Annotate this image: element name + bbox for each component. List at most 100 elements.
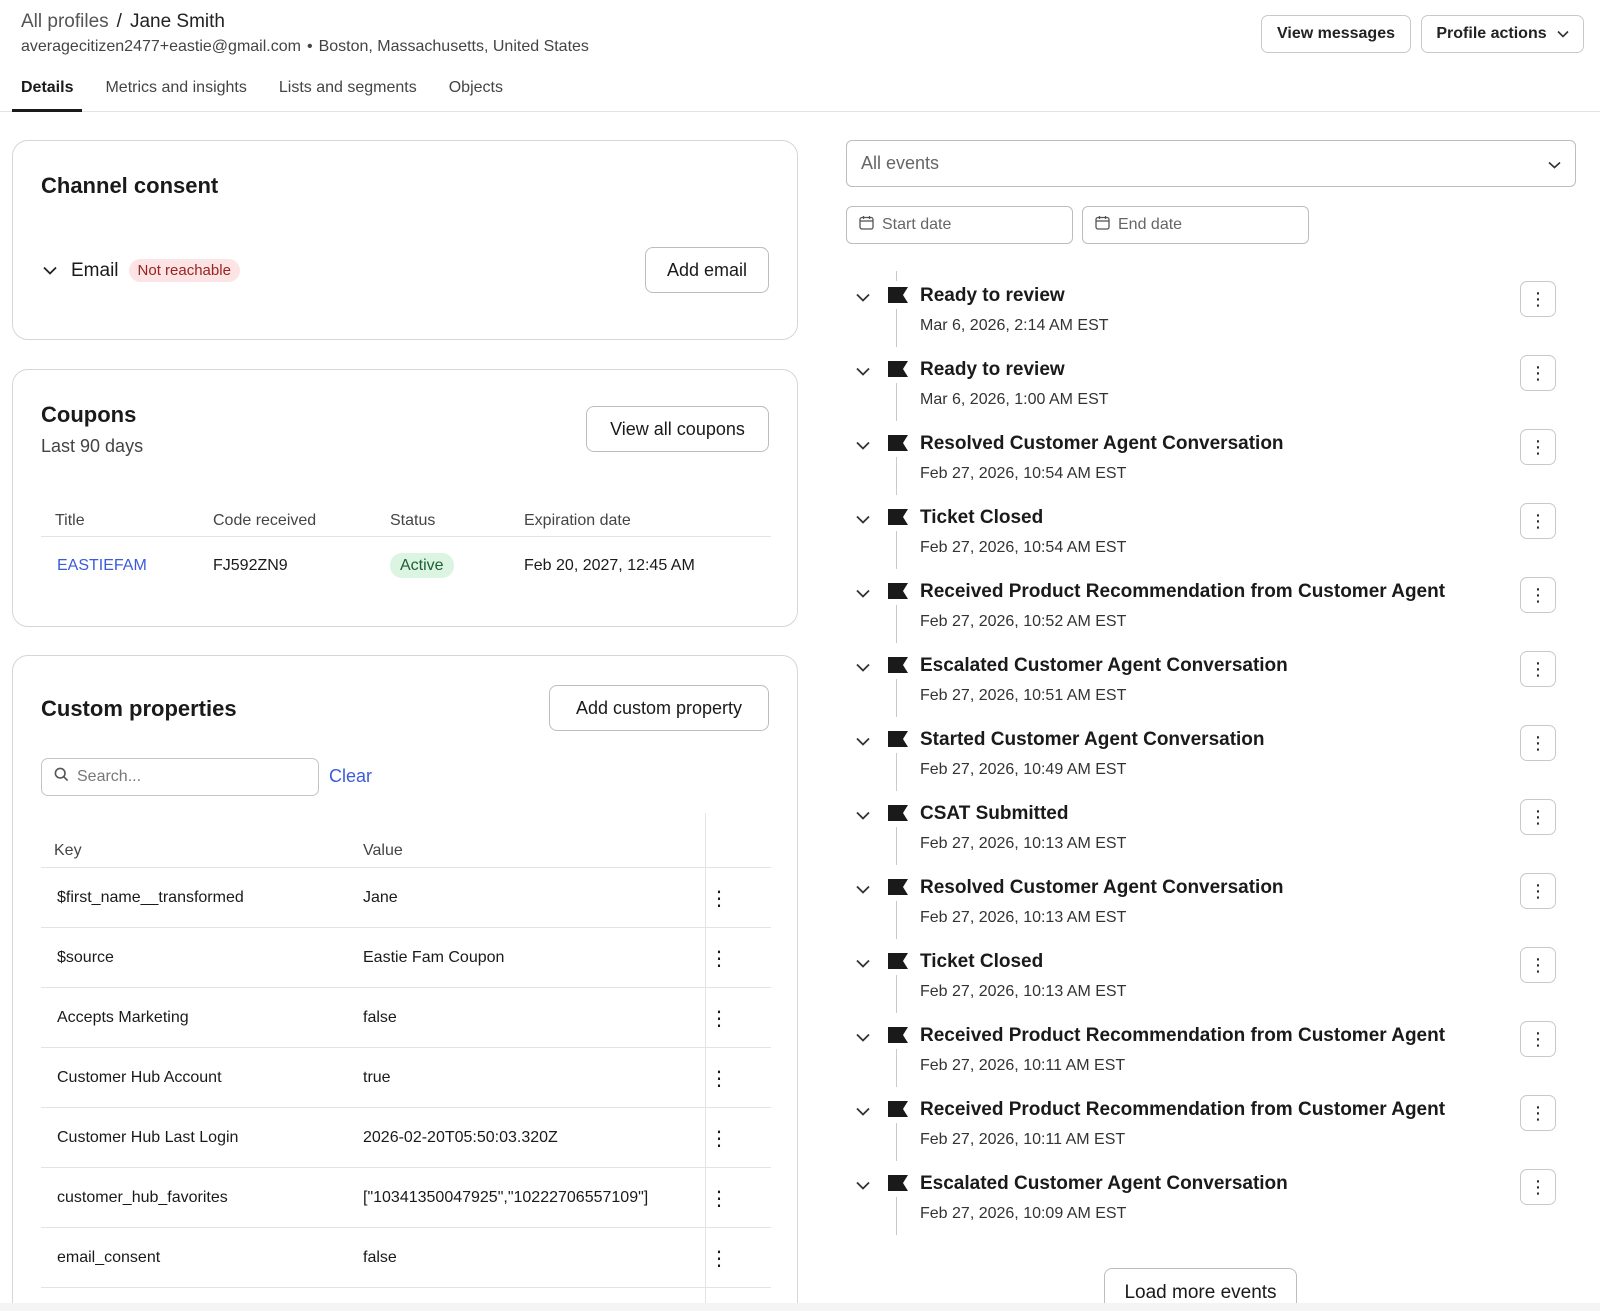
tab-metrics-and-insights[interactable]: Metrics and insights	[96, 70, 255, 112]
event-timestamp: Feb 27, 2026, 10:51 AM EST	[920, 687, 1127, 704]
table-row: Accepts Marketing false ⋮	[41, 988, 771, 1048]
chevron-down-icon[interactable]	[856, 363, 870, 379]
end-date-input[interactable]: End date	[1082, 206, 1309, 244]
more-options-icon[interactable]: ⋮	[1520, 947, 1556, 983]
profile-actions-button[interactable]: Profile actions	[1421, 15, 1584, 53]
event-title: Started Customer Agent Conversation	[920, 729, 1265, 750]
chevron-down-icon[interactable]	[856, 437, 870, 453]
timeline-connector	[896, 753, 897, 791]
event-timestamp: Feb 27, 2026, 10:54 AM EST	[920, 539, 1127, 556]
chevron-down-icon[interactable]	[856, 881, 870, 897]
profile-tabs: Details Metrics and insights Lists and s…	[12, 70, 526, 112]
property-key: customer_hub_favorites	[57, 1189, 228, 1206]
more-options-icon[interactable]: ⋮	[707, 882, 731, 914]
timeline-event: Ready to review Mar 6, 2026, 1:00 AM EST ⋮	[846, 355, 1576, 429]
property-value: Eastie Fam Coupon	[363, 949, 505, 966]
event-title: Received Product Recommendation from Cus…	[920, 1025, 1446, 1046]
properties-table-header: Key Value	[41, 813, 771, 868]
timeline-event: Ready to review Mar 6, 2026, 2:14 AM EST ⋮	[846, 281, 1576, 355]
more-options-icon[interactable]: ⋮	[1520, 281, 1556, 317]
chevron-down-icon[interactable]	[856, 1029, 870, 1045]
coupon-title-link[interactable]: EASTIEFAM	[57, 538, 147, 594]
email-status-badge: Not reachable	[128, 259, 240, 282]
flag-icon	[888, 731, 908, 752]
event-timestamp: Feb 27, 2026, 10:09 AM EST	[920, 1205, 1127, 1222]
timeline-connector	[896, 827, 897, 865]
start-date-input[interactable]: Start date	[846, 206, 1073, 244]
event-title: Ready to review	[920, 359, 1065, 380]
chevron-down-icon[interactable]	[856, 733, 870, 749]
property-search-input[interactable]: Search...	[41, 758, 319, 796]
tab-lists-and-segments[interactable]: Lists and segments	[270, 70, 426, 112]
more-options-icon[interactable]: ⋮	[1520, 503, 1556, 539]
view-all-coupons-button[interactable]: View all coupons	[586, 406, 769, 452]
timeline-connector	[896, 271, 897, 281]
chevron-down-icon[interactable]	[856, 807, 870, 823]
coupons-table-header: Title Code received Status Expiration da…	[41, 505, 771, 537]
tab-objects[interactable]: Objects	[440, 70, 512, 112]
timeline-connector	[896, 975, 897, 1013]
event-title: Ticket Closed	[920, 507, 1044, 528]
calendar-icon	[859, 215, 874, 235]
flag-icon	[888, 879, 908, 900]
breadcrumb-all-profiles[interactable]: All profiles	[21, 11, 109, 33]
email-consent-row[interactable]: Email Not reachable	[43, 259, 240, 282]
event-timestamp: Feb 27, 2026, 10:13 AM EST	[920, 983, 1127, 1000]
more-options-icon[interactable]: ⋮	[707, 1122, 731, 1154]
timeline-connector	[896, 383, 897, 421]
more-options-icon[interactable]: ⋮	[1520, 651, 1556, 687]
event-timestamp: Mar 6, 2026, 1:00 AM EST	[920, 391, 1109, 408]
timeline-event: Ticket Closed Feb 27, 2026, 10:13 AM EST ⋮	[846, 947, 1576, 1021]
search-icon	[54, 767, 69, 787]
flag-icon	[888, 361, 908, 382]
more-options-icon[interactable]: ⋮	[1520, 725, 1556, 761]
property-key: email_consent	[57, 1249, 161, 1266]
event-timestamp: Feb 27, 2026, 10:11 AM EST	[920, 1131, 1126, 1148]
calendar-icon	[1095, 215, 1110, 235]
more-options-icon[interactable]: ⋮	[707, 1002, 731, 1034]
more-options-icon[interactable]: ⋮	[707, 1242, 731, 1274]
separator-dot: •	[306, 38, 313, 55]
event-type-select[interactable]: All events	[846, 140, 1576, 187]
column-header-code-received: Code received	[213, 512, 317, 529]
chevron-down-icon[interactable]	[43, 262, 57, 280]
tab-details[interactable]: Details	[12, 70, 83, 112]
more-options-icon[interactable]: ⋮	[707, 1062, 731, 1094]
chevron-down-icon[interactable]	[856, 1103, 870, 1119]
timeline-event: Resolved Customer Agent Conversation Feb …	[846, 873, 1576, 947]
flag-icon	[888, 1027, 908, 1048]
event-title: Escalated Customer Agent Conversation	[920, 655, 1288, 676]
more-options-icon[interactable]: ⋮	[1520, 799, 1556, 835]
more-options-icon[interactable]: ⋮	[1520, 1169, 1556, 1205]
event-timestamp: Feb 27, 2026, 10:54 AM EST	[920, 465, 1127, 482]
more-options-icon[interactable]: ⋮	[707, 1182, 731, 1214]
custom-properties-card: Custom properties Add custom property Se…	[12, 655, 798, 1311]
add-custom-property-button[interactable]: Add custom property	[549, 685, 769, 731]
view-messages-button[interactable]: View messages	[1261, 15, 1411, 53]
chevron-down-icon[interactable]	[856, 289, 870, 305]
timeline-event: Escalated Customer Agent Conversation Feb…	[846, 1169, 1576, 1243]
chevron-down-icon[interactable]	[856, 585, 870, 601]
breadcrumb-current-profile: Jane Smith	[129, 11, 225, 32]
add-email-button[interactable]: Add email	[645, 247, 769, 293]
event-title: Resolved Customer Agent Conversation	[920, 877, 1284, 898]
event-title: CSAT Submitted	[920, 803, 1069, 824]
profile-location: Boston, Massachusetts, United States	[318, 38, 589, 55]
event-title: Received Product Recommendation from Cus…	[920, 581, 1446, 602]
chevron-down-icon[interactable]	[856, 511, 870, 527]
clear-search-link[interactable]: Clear	[329, 766, 372, 787]
chevron-down-icon[interactable]	[856, 955, 870, 971]
more-options-icon[interactable]: ⋮	[1520, 1095, 1556, 1131]
email-channel-label: Email	[71, 259, 119, 281]
more-options-icon[interactable]: ⋮	[1520, 577, 1556, 613]
more-options-icon[interactable]: ⋮	[707, 942, 731, 974]
chevron-down-icon[interactable]	[856, 659, 870, 675]
chevron-down-icon[interactable]	[856, 1177, 870, 1193]
more-options-icon[interactable]: ⋮	[1520, 1021, 1556, 1057]
more-options-icon[interactable]: ⋮	[1520, 355, 1556, 391]
property-value: 2026-02-20T05:50:03.320Z	[363, 1129, 558, 1146]
flag-icon	[888, 1101, 908, 1122]
more-options-icon[interactable]: ⋮	[1520, 429, 1556, 465]
more-options-icon[interactable]: ⋮	[1520, 873, 1556, 909]
event-title: Received Product Recommendation from Cus…	[920, 1099, 1446, 1120]
